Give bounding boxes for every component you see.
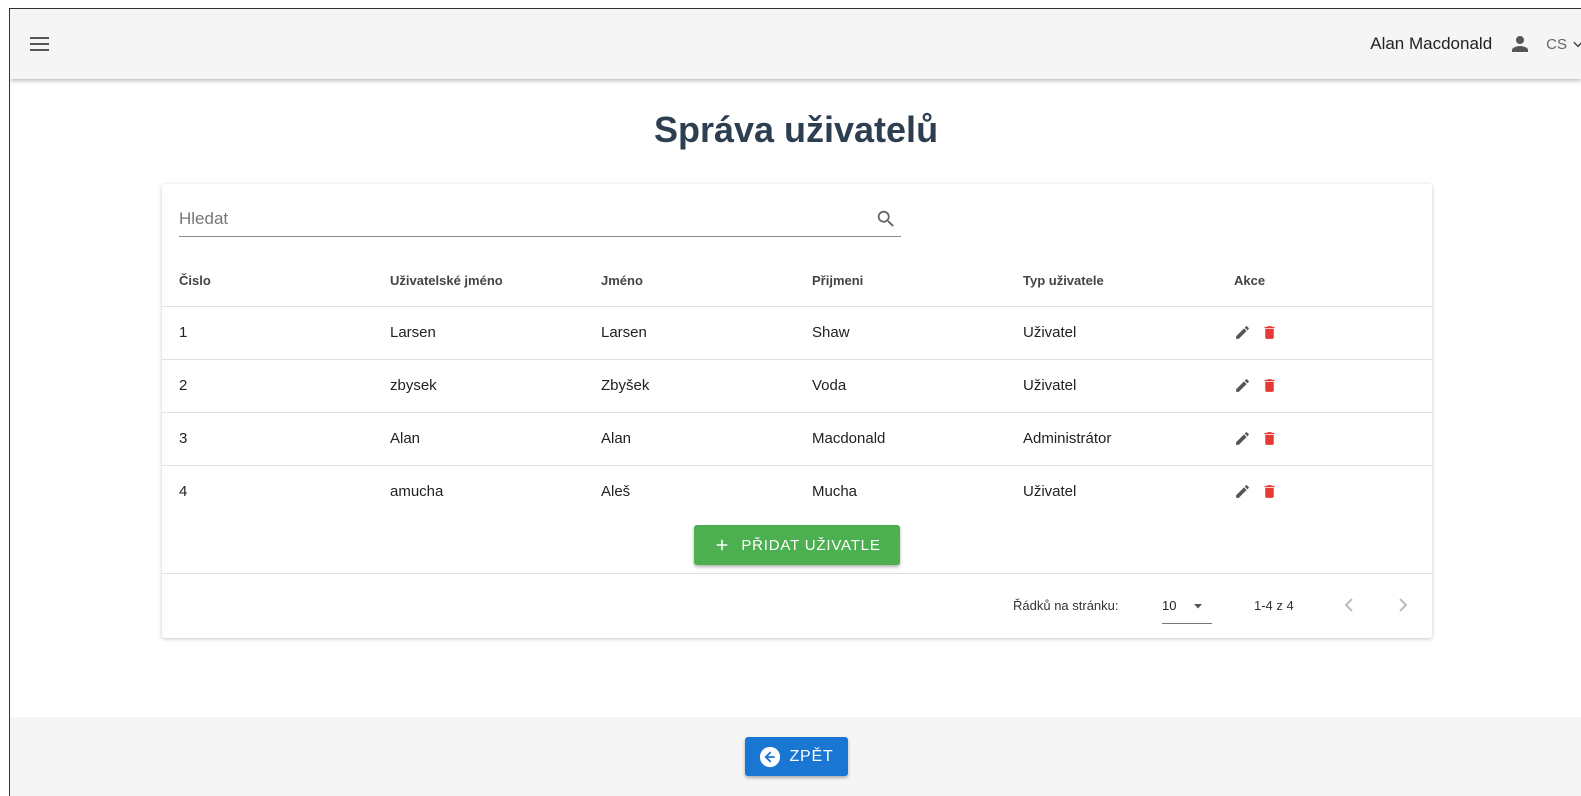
table-header-row: Čislo Uživatelské jméno Jméno Přijmeni T… xyxy=(162,256,1432,307)
search-field xyxy=(179,202,901,237)
cell-first-name: Larsen xyxy=(584,306,795,360)
search-icon[interactable] xyxy=(875,208,897,230)
column-header-number[interactable]: Čislo xyxy=(162,256,373,307)
column-header-user-type[interactable]: Typ uživatele xyxy=(1006,256,1217,307)
dropdown-arrow-icon xyxy=(1194,604,1202,609)
cell-actions xyxy=(1217,412,1432,466)
cell-user-type: Uživatel xyxy=(1006,306,1217,360)
table-row: 2 zbysek Zbyšek Voda Uživatel xyxy=(162,359,1432,413)
cell-number: 3 xyxy=(162,412,373,466)
add-user-button[interactable]: PŘIDAT UŽIVATLE xyxy=(694,525,900,565)
plus-icon xyxy=(717,539,728,551)
cell-first-name: Aleš xyxy=(601,483,631,501)
edit-icon[interactable] xyxy=(1234,324,1251,341)
search-input[interactable] xyxy=(179,205,859,233)
edit-icon[interactable] xyxy=(1234,377,1251,394)
cell-number: 1 xyxy=(162,306,373,360)
table-row: 1 Larsen Larsen Shaw Uživatel xyxy=(162,306,1432,360)
arrow-back-icon xyxy=(760,746,781,767)
language-selector[interactable]: CS xyxy=(1546,36,1581,53)
cell-actions xyxy=(1217,306,1432,360)
app-frame: Alan Macdonald CS Správa uživatelů Čisl xyxy=(9,8,1581,796)
cell-number: 4 xyxy=(179,483,188,501)
chevron-left-icon[interactable] xyxy=(1337,593,1361,617)
app-bar: Alan Macdonald CS xyxy=(10,9,1581,79)
back-button[interactable]: ZPĚT xyxy=(745,737,848,776)
delete-icon[interactable] xyxy=(1261,483,1278,500)
cell-user-type: Uživatel xyxy=(1023,483,1077,501)
delete-icon[interactable] xyxy=(1261,377,1278,394)
rows-per-page-select[interactable]: 10 xyxy=(1162,588,1212,624)
column-header-username[interactable]: Uživatelské jméno xyxy=(373,256,584,307)
cell-user-type: Administrátor xyxy=(1006,412,1217,466)
add-user-label: PŘIDAT UŽIVATLE xyxy=(741,536,881,554)
app-bar-user-area: Alan Macdonald CS xyxy=(1370,9,1581,79)
edit-icon[interactable] xyxy=(1234,483,1251,500)
rows-per-page-value: 10 xyxy=(1162,598,1177,613)
rows-per-page-label: Řádků na stránku: xyxy=(1013,598,1119,613)
delete-icon[interactable] xyxy=(1261,324,1278,341)
cell-username: zbysek xyxy=(373,359,584,413)
cell-username: Larsen xyxy=(373,306,584,360)
cell-first-name: Zbyšek xyxy=(584,359,795,413)
cell-last-name: Shaw xyxy=(795,306,1006,360)
column-header-actions: Akce xyxy=(1217,256,1432,307)
cell-last-name: Voda xyxy=(795,359,1006,413)
chevron-right-icon[interactable] xyxy=(1391,593,1415,617)
chevron-down-icon xyxy=(1573,41,1581,48)
column-header-last-name[interactable]: Přijmeni xyxy=(795,256,1006,307)
cell-username: Alan xyxy=(373,412,584,466)
cell-first-name: Alan xyxy=(584,412,795,466)
cell-last-name: Macdonald xyxy=(795,412,1006,466)
footer: ZPĚT xyxy=(10,717,1581,796)
table-row: 4 amucha Aleš Mucha Uživatel xyxy=(162,465,1432,518)
page-range: 1-4 z 4 xyxy=(1254,598,1294,613)
table-row: 3 Alan Alan Macdonald Administrátor xyxy=(162,412,1432,466)
column-header-first-name[interactable]: Jméno xyxy=(584,256,795,307)
users-table: Čislo Uživatelské jméno Jméno Přijmeni T… xyxy=(162,256,1432,518)
language-label: CS xyxy=(1546,35,1567,53)
delete-icon[interactable] xyxy=(1261,430,1278,447)
cell-username: amucha xyxy=(390,483,444,501)
back-label: ZPĚT xyxy=(789,747,834,765)
cell-last-name: Mucha xyxy=(812,483,858,501)
users-card: Čislo Uživatelské jméno Jméno Přijmeni T… xyxy=(162,184,1432,638)
cell-actions xyxy=(1217,465,1432,518)
menu-icon[interactable] xyxy=(28,32,52,56)
page-title: Správa uživatelů xyxy=(653,109,939,150)
pagination: Řádků na stránku: 10 1-4 z 4 xyxy=(162,573,1432,638)
cell-user-type: Uživatel xyxy=(1006,359,1217,413)
edit-icon[interactable] xyxy=(1234,430,1251,447)
cell-actions xyxy=(1217,359,1432,413)
account-icon[interactable] xyxy=(1508,32,1532,56)
user-name: Alan Macdonald xyxy=(1370,34,1493,53)
cell-number: 2 xyxy=(162,359,373,413)
